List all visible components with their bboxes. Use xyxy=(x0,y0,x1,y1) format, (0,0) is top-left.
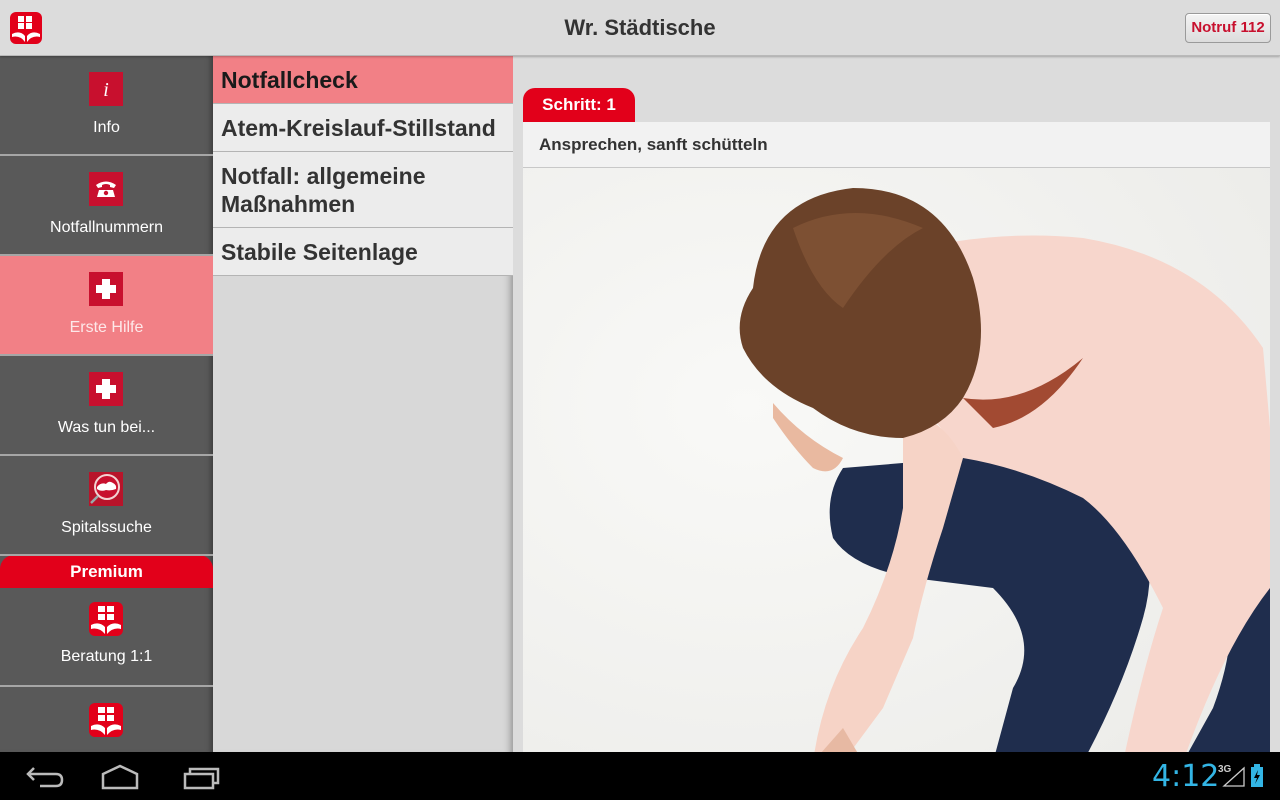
topic-item-atem-kreislauf-stillstand[interactable]: Atem-Kreislauf-Stillstand xyxy=(213,104,513,152)
premium-header: Premium xyxy=(0,555,213,588)
nav-item-label: Info xyxy=(93,119,120,136)
step-instruction: Ansprechen, sanft schütteln xyxy=(523,122,1270,168)
nav-item-label: Was tun bei... xyxy=(57,419,156,436)
topic-item-stabile-seitenlage[interactable]: Stabile Seitenlage xyxy=(213,228,513,276)
nav-item-erste-hilfe[interactable]: Erste Hilfe xyxy=(0,256,213,356)
wst-logo-icon xyxy=(89,602,123,636)
nav-item-label: Beratung 1:1 xyxy=(60,648,153,665)
emergency-call-button[interactable]: Notruf 112 xyxy=(1185,13,1271,43)
wst-logo-icon xyxy=(89,703,123,737)
battery-charging-icon xyxy=(1251,764,1263,787)
recent-apps-icon[interactable] xyxy=(180,762,224,792)
home-icon[interactable] xyxy=(98,762,142,792)
hospital-search-icon xyxy=(89,472,123,506)
clock: 4:12 xyxy=(1152,759,1220,794)
info-icon: i xyxy=(89,72,123,106)
first-aid-cross-icon xyxy=(89,272,123,306)
nav-item-label: Erste Hilfe xyxy=(69,319,144,336)
scroll-edge xyxy=(1270,56,1280,752)
step-photo[interactable] xyxy=(523,168,1270,752)
step-content: Schritt: 1 Ansprechen, sanft schütteln xyxy=(513,56,1280,752)
app-title: Wr. Städtische xyxy=(564,15,716,40)
step-photo-illustration xyxy=(523,168,1270,752)
back-icon[interactable] xyxy=(20,762,64,792)
topic-list: Notfallcheck Atem-Kreislauf-Stillstand N… xyxy=(213,56,513,752)
nav-item-beratung[interactable]: Beratung 1:1 xyxy=(0,588,213,687)
first-aid-cross-icon xyxy=(89,372,123,406)
nav-item-spitalssuche[interactable]: Spitalssuche xyxy=(0,456,213,556)
nav-item-was-tun-bei[interactable]: Was tun bei... xyxy=(0,356,213,456)
step-panel: Ansprechen, sanft schütteln xyxy=(523,122,1270,752)
svg-text:i: i xyxy=(103,79,109,101)
nav-item-notfallnummern[interactable]: Notfallnummern xyxy=(0,156,213,256)
topic-item-notfallcheck[interactable]: Notfallcheck xyxy=(213,56,513,104)
signal-icon xyxy=(1222,766,1245,787)
phone-icon xyxy=(89,172,123,206)
nav-item-info[interactable]: i Info xyxy=(0,56,213,156)
action-bar: Wr. Städtische Notruf 112 xyxy=(0,0,1280,56)
main-nav: i Info Notfallnummern Erste Hilfe Was tu… xyxy=(0,56,213,752)
topic-item-allgemeine-massnahmen[interactable]: Notfall: allgemeine Maßnahmen xyxy=(213,152,513,228)
nav-item-label: Spitalssuche xyxy=(61,519,152,536)
step-tab[interactable]: Schritt: 1 xyxy=(523,88,635,122)
nav-item-premium-2[interactable] xyxy=(0,687,213,752)
system-bar: 4:12 3G xyxy=(0,752,1280,800)
nav-item-label: Notfallnummern xyxy=(50,219,163,236)
